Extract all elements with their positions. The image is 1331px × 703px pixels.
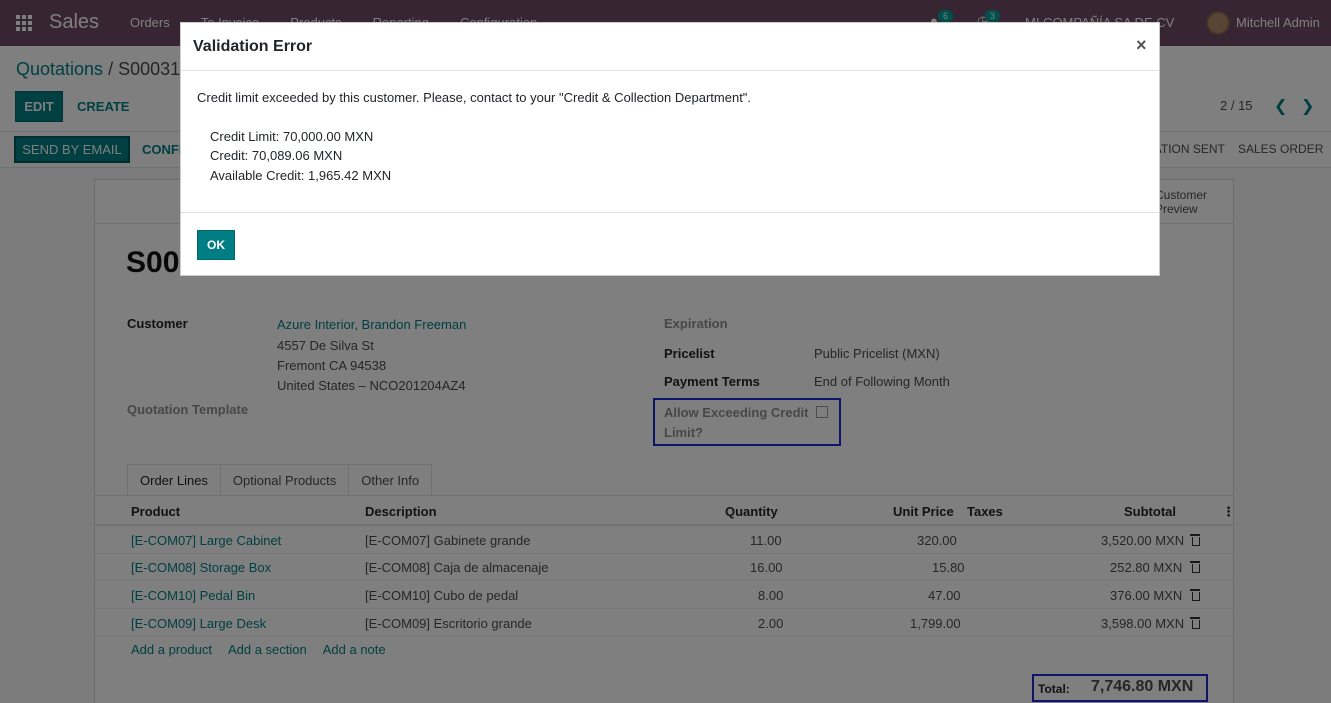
credit-limit-text: Credit Limit: 70,000.00 MXN (210, 129, 374, 144)
dialog-body: Credit limit exceeded by this customer. … (181, 71, 1159, 213)
credit-text: Credit: 70,089.06 MXN (210, 148, 343, 163)
ok-button[interactable]: OK (197, 230, 235, 260)
validation-error-dialog: Validation Error × Credit limit exceeded… (180, 22, 1160, 276)
dialog-title: Validation Error (193, 38, 313, 55)
error-message: Credit limit exceeded by this customer. … (197, 90, 752, 105)
close-icon[interactable]: × (1136, 35, 1147, 56)
available-credit-text: Available Credit: 1,965.42 MXN (210, 168, 392, 183)
dialog-header: Validation Error × (181, 23, 1159, 71)
